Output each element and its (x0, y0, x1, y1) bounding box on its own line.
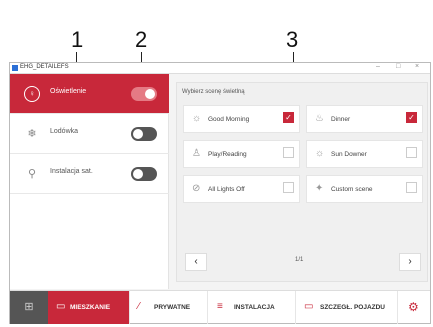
scene-label: Custom scene (331, 186, 373, 193)
tab-label: MIESZKANIE (70, 304, 111, 311)
sidebar-item-lighting[interactable]: ♀ Oświetlenie (10, 74, 169, 114)
vehicle-icon: ▭ (304, 301, 314, 312)
sunset-icon: ☼ (315, 148, 325, 159)
app-icon (12, 65, 18, 71)
tab-instalacja[interactable]: ≡ INSTALACJA (208, 291, 296, 324)
sidebar-item-fridge[interactable]: ❄ Lodówka (10, 114, 169, 154)
grid-menu-icon[interactable]: ⊞ (10, 291, 48, 324)
toggle-knob (133, 129, 143, 139)
tab-prywatne[interactable]: ⁄ PRYWATNE (130, 291, 208, 324)
scene-checkbox[interactable] (283, 182, 294, 193)
installation-icon: ≡ (217, 301, 223, 312)
sidebar-item-label: Instalacja sat. (50, 168, 93, 175)
scene-panel: Wybierz scenę świetlną ☼ Good Morning ✓ … (176, 82, 428, 282)
lights-off-icon: ⊘ (192, 183, 201, 194)
minimize-button[interactable]: – (376, 63, 380, 70)
sidebar-item-satellite[interactable]: ⚲ Instalacja sat. (10, 154, 169, 194)
gear-icon: ⚙ (408, 300, 419, 314)
scene-label: Sun Downer (331, 151, 367, 158)
bulb-icon: ♀ (24, 86, 40, 102)
sidebar-item-label: Oświetlenie (50, 88, 87, 95)
scene-good-morning[interactable]: ☼ Good Morning ✓ (183, 105, 300, 133)
next-page-button[interactable]: › (399, 253, 421, 271)
app-window: EHG_DETAILEFS – □ × ♀ Oświetlenie ❄ Lodó… (9, 62, 431, 324)
scene-all-lights-off[interactable]: ⊘ All Lights Off (183, 175, 300, 203)
snowflake-icon: ❄ (27, 128, 37, 140)
toggle-knob (145, 89, 155, 99)
window-title: EHG_DETAILEFS (20, 64, 69, 70)
tab-label: PRYWATNE (154, 304, 191, 311)
scene-checkbox[interactable] (406, 147, 417, 158)
satellite-toggle[interactable] (131, 167, 157, 181)
page-counter: 1/1 (295, 257, 304, 263)
scene-checkbox[interactable] (283, 147, 294, 158)
callout-3: 3 (286, 27, 299, 52)
satellite-icon: ⚲ (27, 168, 37, 180)
scene-play-reading[interactable]: ♙ Play/Reading (183, 140, 300, 168)
scene-dinner[interactable]: ♨ Dinner ✓ (306, 105, 423, 133)
private-icon: ⁄ (138, 301, 140, 312)
scene-label: All Lights Off (208, 186, 245, 193)
custom-scene-icon: ✦ (315, 183, 324, 194)
tab-mieszkanie[interactable]: ▭ MIESZKANIE (48, 291, 130, 324)
scene-label: Dinner (331, 116, 351, 123)
tab-label: INSTALACJA (234, 304, 275, 311)
tab-vehicle-details[interactable]: ▭ SZCZEGŁ. POJAZDU (296, 291, 398, 324)
reading-icon: ♙ (192, 148, 201, 159)
callout-1: 1 (71, 27, 84, 52)
title-bar: EHG_DETAILEFS – □ × (10, 63, 430, 74)
scene-label: Play/Reading (208, 151, 247, 158)
callout-area: 1 2 3 (0, 0, 433, 92)
sun-icon: ☼ (192, 113, 202, 124)
scene-label: Good Morning (208, 116, 250, 123)
scene-pager: ‹ 1/1 › (177, 253, 429, 273)
lighting-toggle[interactable] (131, 87, 157, 101)
scene-checkbox[interactable]: ✓ (283, 112, 294, 123)
callout-2: 2 (135, 27, 148, 52)
scene-panel-title: Wybierz scenę świetlną (182, 89, 245, 95)
scene-checkbox[interactable]: ✓ (406, 112, 417, 123)
scene-custom[interactable]: ✦ Custom scene (306, 175, 423, 203)
fridge-toggle[interactable] (131, 127, 157, 141)
dinner-icon: ♨ (315, 113, 324, 124)
settings-button[interactable]: ⚙ (398, 291, 430, 324)
toggle-knob (133, 169, 143, 179)
tab-label: SZCZEGŁ. POJAZDU (320, 304, 386, 311)
scene-sun-downer[interactable]: ☼ Sun Downer (306, 140, 423, 168)
house-icon: ▭ (56, 301, 66, 312)
device-sidebar: ♀ Oświetlenie ❄ Lodówka ⚲ Instalacja sat… (10, 74, 169, 289)
bottom-nav: ⊞ ▭ MIESZKANIE ⁄ PRYWATNE ≡ INSTALACJA ▭… (10, 290, 430, 324)
scene-checkbox[interactable] (406, 182, 417, 193)
maximize-button[interactable]: □ (396, 63, 400, 70)
prev-page-button[interactable]: ‹ (185, 253, 207, 271)
sidebar-item-label: Lodówka (50, 128, 79, 135)
close-button[interactable]: × (415, 63, 419, 70)
scene-area: Wybierz scenę świetlną ☼ Good Morning ✓ … (170, 74, 430, 289)
